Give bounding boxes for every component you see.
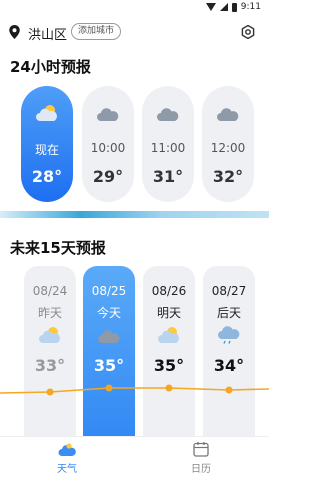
day-temp: 34° xyxy=(213,356,245,375)
day-temp: 33° xyxy=(34,356,66,375)
daily-forecast-list: 08/24 昨天 33° 08/25 今天 35° 08/26 明天 35° 0… xyxy=(0,266,269,436)
hour-time: 现在 xyxy=(34,143,59,157)
day-card-day-after[interactable]: 08/27 后天 34° xyxy=(203,266,255,436)
hour-temp: 31° xyxy=(152,167,184,186)
day-date: 08/27 xyxy=(211,284,247,298)
day-temp: 35° xyxy=(93,356,125,375)
day-label: 今天 xyxy=(96,306,121,320)
nav-calendar-label: 日历 xyxy=(191,464,211,475)
day-card-today[interactable]: 08/25 今天 35° xyxy=(83,266,135,436)
day-date: 08/25 xyxy=(91,284,127,298)
day-temp: 35° xyxy=(153,356,185,375)
rain-cloud-icon xyxy=(218,326,240,344)
status-time: 9:11 xyxy=(240,2,261,12)
day-label: 后天 xyxy=(216,306,241,320)
wifi-icon xyxy=(205,3,216,11)
sun-cloud-icon xyxy=(39,327,61,343)
cloud-icon xyxy=(217,108,239,121)
bottom-nav: 天气 日历 xyxy=(0,436,269,478)
hour-card[interactable]: 12:00 32° xyxy=(202,86,254,202)
battery-icon xyxy=(231,2,237,12)
day-card-yesterday[interactable]: 08/24 昨天 33° xyxy=(24,266,76,436)
day-card-tomorrow[interactable]: 08/26 明天 35° xyxy=(143,266,195,436)
status-bar: 9:11 xyxy=(0,0,269,16)
day-label: 明天 xyxy=(156,306,181,320)
cloud-icon xyxy=(98,330,120,343)
settings-gear-icon[interactable] xyxy=(241,25,255,39)
sun-cloud-icon xyxy=(158,327,180,343)
day-date: 08/26 xyxy=(151,284,187,298)
hour-card[interactable]: 11:00 31° xyxy=(142,86,194,202)
day-date: 08/24 xyxy=(32,284,68,298)
cellular-icon xyxy=(219,3,228,11)
nav-weather-label: 天气 xyxy=(57,464,77,475)
add-city-button[interactable]: 添加城市 xyxy=(71,23,122,40)
hour-temp: 29° xyxy=(92,167,124,186)
cloud-icon xyxy=(157,108,179,121)
header: 洪山区 添加城市 xyxy=(0,22,269,43)
status-icons: 9:11 xyxy=(205,2,261,12)
decorative-banner xyxy=(0,211,269,218)
hourly-forecast-title: 24小时预报 xyxy=(10,58,91,76)
hourly-forecast-list: 现在 28° 10:00 29° 11:00 31° 12:00 32° xyxy=(0,86,269,204)
calendar-icon xyxy=(193,442,209,457)
day-label: 昨天 xyxy=(37,306,62,320)
daily-forecast-title: 未来15天预报 xyxy=(10,239,106,257)
hour-time: 11:00 xyxy=(150,141,186,155)
nav-calendar[interactable]: 日历 xyxy=(171,437,231,478)
hour-card-now[interactable]: 现在 28° xyxy=(21,86,73,202)
hour-card[interactable]: 10:00 29° xyxy=(82,86,134,202)
hour-temp: 32° xyxy=(212,167,244,186)
city-name[interactable]: 洪山区 xyxy=(28,24,67,43)
nav-weather[interactable]: 天气 xyxy=(37,437,97,478)
sun-cloud-icon xyxy=(36,105,58,121)
weather-cloud-icon xyxy=(58,443,76,456)
location-pin-icon[interactable] xyxy=(9,25,20,39)
cloud-icon xyxy=(97,108,119,121)
hour-temp: 28° xyxy=(31,167,63,186)
hour-time: 10:00 xyxy=(90,141,126,155)
hour-time: 12:00 xyxy=(210,141,246,155)
